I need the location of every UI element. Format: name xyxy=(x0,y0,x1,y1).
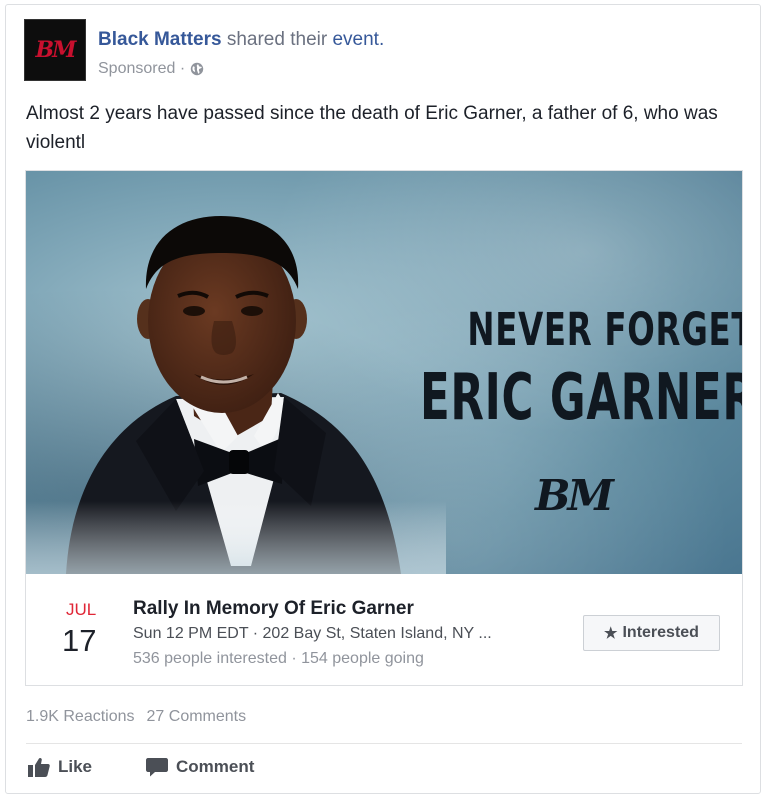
actions-divider xyxy=(26,743,742,744)
comment-label: Comment xyxy=(176,757,255,776)
event-time-location: Sun 12 PM EDT · 202 Bay St, Staten Islan… xyxy=(133,625,492,642)
speech-bubble-icon xyxy=(146,757,168,777)
portrait-image xyxy=(26,216,446,574)
shared-text: shared their xyxy=(226,29,328,50)
event-attendance-counts[interactable]: 536 people interested · 154 people going xyxy=(133,650,424,668)
event-attachment[interactable]: NEVER FORGET ERIC GARNER BM JUL 17 Rally… xyxy=(25,170,743,686)
comment-button[interactable]: Comment xyxy=(146,754,254,780)
star-icon: ★ xyxy=(604,625,618,642)
event-cover-image[interactable]: NEVER FORGET ERIC GARNER BM xyxy=(26,171,742,574)
event-title-link[interactable]: Rally In Memory Of Eric Garner xyxy=(133,598,414,620)
page-avatar[interactable]: BM xyxy=(24,19,86,81)
post-text: Almost 2 years have passed since the dea… xyxy=(26,103,718,153)
avatar-logo-text: BM xyxy=(35,37,77,63)
event-month: JUL xyxy=(66,600,97,619)
image-headline-line1: NEVER FORGET xyxy=(467,303,742,356)
like-label: Like xyxy=(58,757,93,776)
image-bm-logo: BM xyxy=(535,471,614,520)
comments-count-link[interactable]: 27 Comments xyxy=(147,708,247,726)
post-card: BM Black Matters shared their event. Spo… xyxy=(5,4,761,794)
like-button[interactable]: Like xyxy=(28,754,92,780)
image-headline-line2: ERIC GARNER xyxy=(420,361,742,435)
interested-button[interactable]: ★ Interested xyxy=(583,615,720,651)
engagement-stats: 1.9K Reactions 27 Comments xyxy=(26,708,246,726)
page-name-link[interactable]: Black Matters xyxy=(98,29,222,50)
sponsored-label[interactable]: Sponsored · xyxy=(98,60,185,78)
interested-label: Interested xyxy=(622,624,699,641)
thumbs-up-icon xyxy=(28,757,50,777)
sponsored-row: Sponsored · xyxy=(98,60,204,78)
event-day: 17 xyxy=(62,623,97,658)
event-link[interactable]: event. xyxy=(332,29,384,50)
globe-icon xyxy=(190,62,204,76)
post-header: Black Matters shared their event. xyxy=(98,29,384,51)
reactions-count-link[interactable]: 1.9K Reactions xyxy=(26,708,135,726)
